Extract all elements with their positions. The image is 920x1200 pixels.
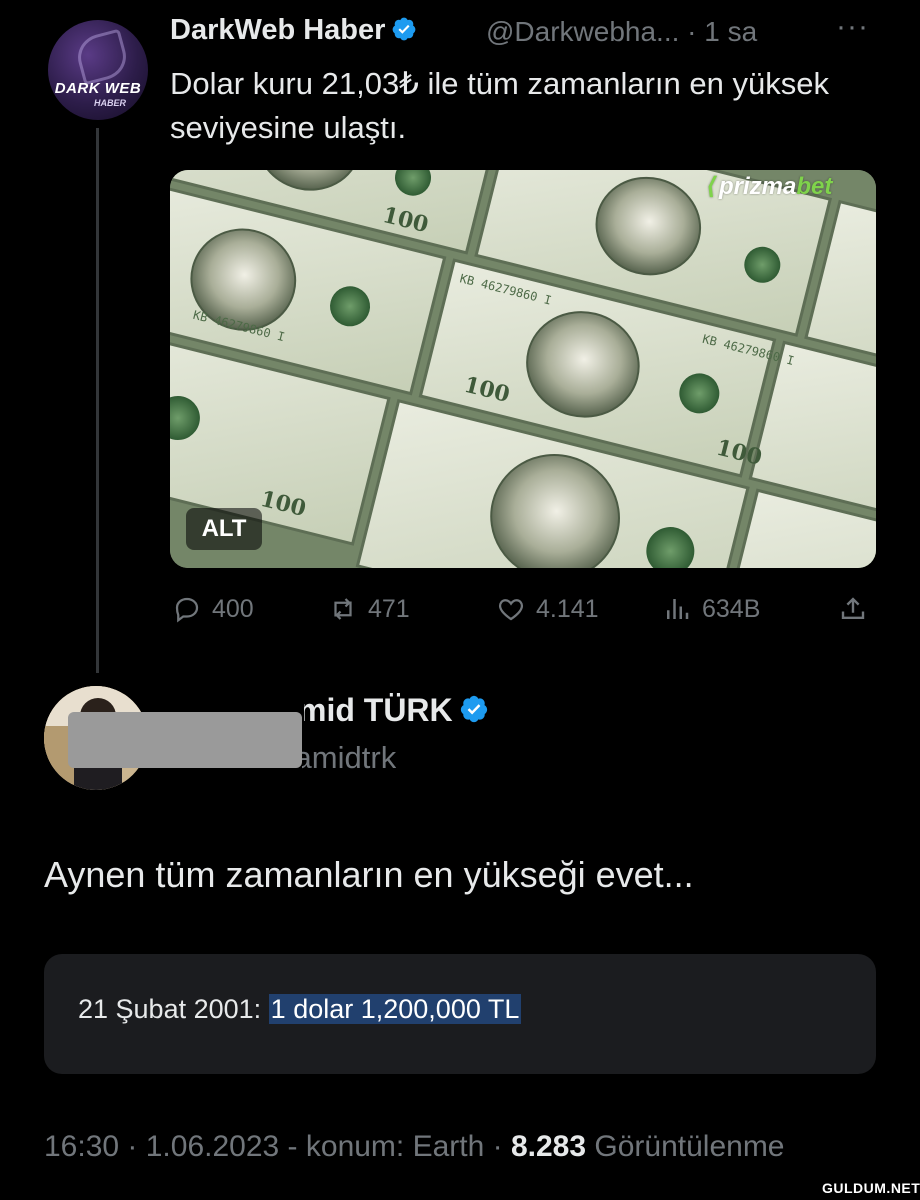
quote-card[interactable]: 21 Şubat 2001: 1 dolar 1,200,000 TL [44, 954, 876, 1074]
quote-card-prefix: 21 Şubat 2001: [78, 994, 269, 1024]
footer-views-label: Görüntülenme [586, 1130, 785, 1163]
like-icon [498, 599, 524, 621]
quote-card-highlight: 1 dolar 1,200,000 TL [268, 994, 522, 1024]
author-handle-time: @Darkwebha... · 1 sa [486, 16, 757, 48]
verified-icon [393, 17, 416, 41]
footer-separator: · [484, 1130, 511, 1163]
views-icon [667, 599, 689, 619]
reply-button[interactable]: 400 [172, 588, 254, 630]
avatar-logo-mark [72, 28, 132, 86]
views-count: 634B [702, 594, 761, 623]
avatar-logo-text: DARK WEB [54, 80, 142, 97]
repost-button[interactable]: 471 [328, 588, 410, 630]
verified-icon [460, 695, 487, 723]
author-handle[interactable]: @Darkwebha... [486, 16, 679, 47]
footer-time[interactable]: 16:30 [44, 1130, 119, 1163]
reply-icon [175, 597, 199, 623]
watermark-brand-accent: bet [796, 173, 833, 200]
footer-location: - konum: Earth [279, 1130, 485, 1163]
repost-icon [334, 598, 352, 620]
share-button[interactable] [838, 588, 878, 630]
views-button[interactable]: 634B [662, 588, 760, 630]
repost-count: 471 [368, 594, 410, 623]
watermark-brand: prizma [718, 173, 797, 200]
time-separator: · [687, 16, 697, 47]
media-watermark: ⟨prizmabet [706, 172, 832, 201]
author-name-text[interactable]: DarkWeb Haber [170, 14, 385, 46]
alt-text-badge[interactable]: ALT [186, 508, 262, 550]
footer-date[interactable]: 1.06.2023 [146, 1130, 279, 1163]
more-icon[interactable]: ··· [836, 10, 869, 44]
reply-count: 400 [212, 594, 254, 623]
site-watermark: GULDUM.NET [822, 1180, 920, 1196]
share-icon [841, 597, 865, 619]
redaction-box [68, 712, 302, 768]
thread-line [96, 128, 99, 673]
avatar-logo-subtext: HABER [93, 98, 126, 108]
post-meta-footer: 16:30 · 1.06.2023 - konum: Earth · 8.283… [44, 1130, 785, 1164]
tweet-media-image[interactable]: 100 100 100 100 KB 46279860 I KB 4627986… [170, 170, 876, 568]
author-name[interactable]: DarkWeb Haber [170, 14, 417, 47]
tweet-text: Dolar kuru 21,03₺ ile tüm zamanların en … [170, 66, 829, 145]
footer-separator: · [119, 1130, 146, 1163]
dollar-bills-illustration: 100 100 100 100 KB 46279860 I KB 4627986… [170, 170, 876, 568]
watermark-logo-icon: ⟨ [706, 173, 717, 200]
footer-views-count: 8.283 [510, 1130, 587, 1163]
quote-card-text: 21 Şubat 2001: 1 dolar 1,200,000 TL [78, 994, 522, 1025]
like-count: 4.141 [536, 594, 599, 623]
post-time[interactable]: 1 sa [704, 16, 757, 47]
reply-text: Aynen tüm zamanların en yükseği evet... [44, 854, 694, 895]
author-avatar[interactable]: DARK WEB HABER [48, 20, 148, 120]
like-button[interactable]: 4.141 [496, 588, 599, 630]
